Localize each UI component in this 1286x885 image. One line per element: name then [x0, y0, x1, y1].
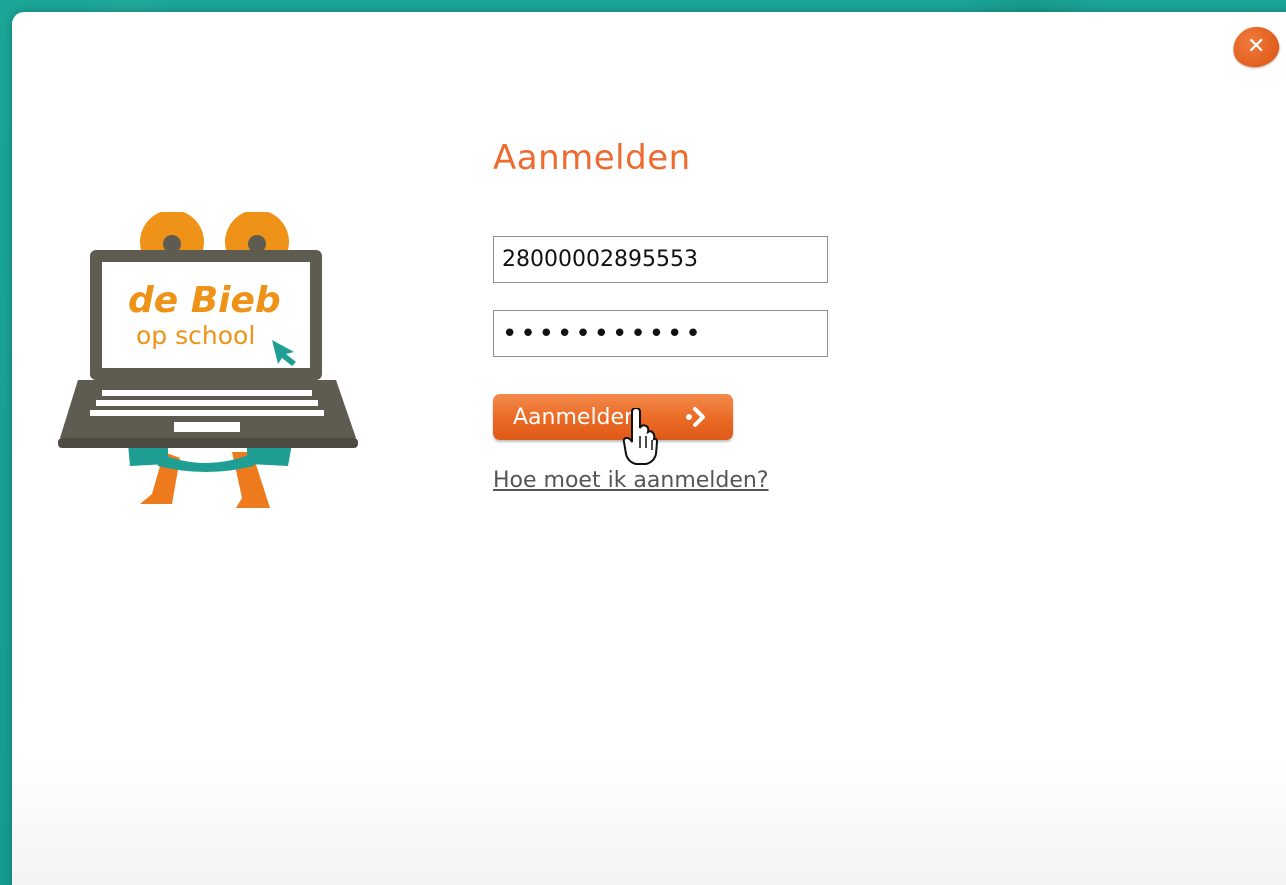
login-button[interactable]: Aanmelden — [493, 394, 733, 440]
logo-subtitle-text: op school — [136, 321, 255, 350]
username-input[interactable] — [493, 236, 828, 283]
password-input[interactable] — [493, 310, 828, 357]
close-icon: ✕ — [1246, 34, 1266, 59]
arrow-right-icon — [686, 407, 705, 427]
de-bieb-op-school-logo: de Bieb op school — [58, 212, 358, 508]
login-button-label: Aanmelden — [513, 404, 638, 430]
help-link[interactable]: Hoe moet ik aanmelden? — [493, 468, 769, 493]
logo-title-text: de Bieb — [128, 280, 281, 321]
page-title: Aanmelden — [493, 138, 691, 178]
